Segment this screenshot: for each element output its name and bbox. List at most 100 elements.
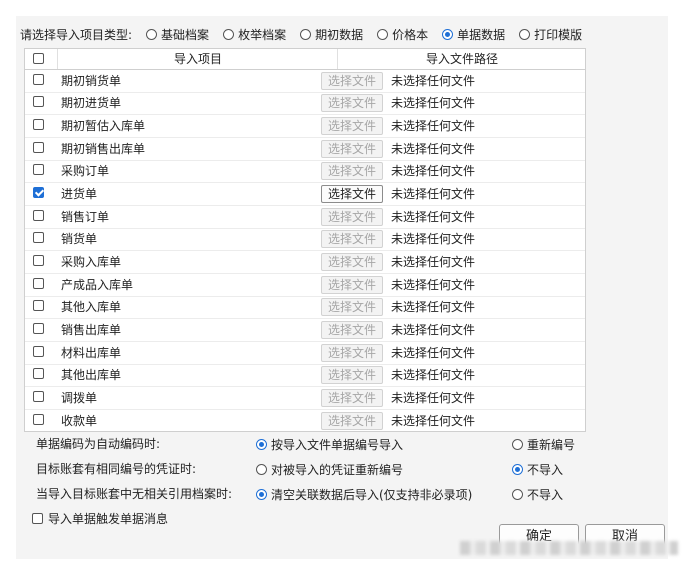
import-item-name: 收款单	[61, 414, 98, 428]
radio-skip-voucher[interactable]: 不导入	[512, 459, 563, 479]
type-option-opening-data[interactable]: 期初数据	[300, 26, 363, 43]
file-path: 未选择任何文件	[391, 391, 476, 405]
import-item-name: 其他出库单	[61, 368, 122, 382]
radio-skip-import[interactable]: 不导入	[512, 484, 563, 504]
radio-label: 重新编号	[527, 437, 576, 452]
file-path: 未选择任何文件	[391, 414, 476, 428]
row-checkbox[interactable]	[33, 391, 44, 402]
choose-file-button[interactable]: 选择文件	[321, 276, 383, 294]
row-checkbox[interactable]	[33, 255, 44, 266]
radio-icon	[519, 28, 531, 40]
table-row: 销售订单 选择文件 未选择任何文件	[25, 206, 585, 229]
choose-file-button[interactable]: 选择文件	[321, 412, 383, 430]
file-path: 未选择任何文件	[391, 119, 476, 133]
option-missing-reference: 当导入目标账套中无相关引用档案时: 清空关联数据后导入(仅支持非必录项) 不导入	[36, 484, 636, 504]
table-row: 期初暂估入库单 选择文件 未选择任何文件	[25, 115, 585, 138]
radio-clear-and-import[interactable]: 清空关联数据后导入(仅支持非必录项)	[256, 484, 472, 504]
type-option-price-book[interactable]: 价格本	[377, 26, 428, 43]
row-checkbox[interactable]	[33, 74, 44, 85]
row-checkbox[interactable]	[33, 300, 44, 311]
table-row: 采购订单 选择文件 未选择任何文件	[25, 160, 585, 183]
type-option-label: 单据数据	[457, 27, 506, 42]
radio-selected-icon	[256, 488, 267, 500]
radio-label: 不导入	[527, 487, 564, 502]
type-option-document-data[interactable]: 单据数据	[442, 26, 505, 43]
radio-renumber[interactable]: 重新编号	[512, 434, 575, 454]
choose-file-button[interactable]: 选择文件	[321, 344, 383, 362]
choose-file-button[interactable]: 选择文件	[321, 230, 383, 248]
choose-file-button[interactable]: 选择文件	[321, 94, 383, 112]
row-checkbox[interactable]	[33, 346, 44, 357]
row-checkbox[interactable]	[33, 142, 44, 153]
radio-icon	[146, 28, 158, 40]
choose-file-button[interactable]: 选择文件	[321, 208, 383, 226]
radio-icon	[512, 488, 523, 500]
type-option-print-template[interactable]: 打印模版	[519, 26, 582, 43]
row-checkbox-checked[interactable]	[33, 187, 44, 198]
import-item-name: 产成品入库单	[61, 278, 134, 292]
grid-header: 导入项目 导入文件路径	[25, 49, 585, 70]
row-checkbox[interactable]	[33, 323, 44, 334]
file-path: 未选择任何文件	[391, 232, 476, 246]
file-path: 未选择任何文件	[391, 164, 476, 178]
radio-icon	[300, 28, 312, 40]
trigger-message-option[interactable]: 导入单据触发单据消息	[32, 509, 168, 527]
row-checkbox[interactable]	[33, 96, 44, 107]
choose-file-button[interactable]: 选择文件	[321, 298, 383, 316]
choose-file-button[interactable]: 选择文件	[321, 72, 383, 90]
select-all-checkbox[interactable]	[33, 53, 44, 64]
file-path: 未选择任何文件	[391, 323, 476, 337]
table-row: 进货单 选择文件 未选择任何文件	[25, 183, 585, 206]
trigger-message-label: 导入单据触发单据消息	[48, 511, 169, 526]
import-item-name: 销售出库单	[61, 323, 122, 337]
choose-file-button[interactable]: 选择文件	[321, 140, 383, 158]
column-header-item: 导入项目	[57, 49, 338, 69]
row-checkbox[interactable]	[33, 119, 44, 130]
import-items-grid: 导入项目 导入文件路径 期初销货单 选择文件 未选择任何文件 期初进货单 选择文…	[24, 48, 586, 432]
file-path: 未选择任何文件	[391, 142, 476, 156]
import-item-name: 其他入库单	[61, 300, 122, 314]
radio-selected-icon	[256, 438, 267, 450]
row-checkbox[interactable]	[33, 414, 44, 425]
table-row: 收款单 选择文件 未选择任何文件	[25, 410, 585, 431]
radio-import-by-file-number[interactable]: 按导入文件单据编号导入	[256, 434, 403, 454]
radio-renumber-voucher[interactable]: 对被导入的凭证重新编号	[256, 459, 403, 479]
row-checkbox[interactable]	[33, 164, 44, 175]
row-checkbox[interactable]	[33, 278, 44, 289]
option-auto-code: 单据编码为自动编码时: 按导入文件单据编号导入 重新编号	[36, 434, 636, 454]
import-type-label: 请选择导入项目类型:	[20, 27, 133, 42]
file-path: 未选择任何文件	[391, 278, 476, 292]
import-item-name: 调拨单	[61, 391, 98, 405]
radio-label: 按导入文件单据编号导入	[271, 437, 404, 452]
blurred-overlay	[460, 541, 678, 555]
table-row: 其他入库单 选择文件 未选择任何文件	[25, 296, 585, 319]
file-path: 未选择任何文件	[391, 255, 476, 269]
type-option-basic-archive[interactable]: 基础档案	[146, 26, 209, 43]
choose-file-button[interactable]: 选择文件	[321, 366, 383, 384]
import-item-name: 期初销货单	[61, 74, 122, 88]
choose-file-button[interactable]: 选择文件	[321, 117, 383, 135]
type-option-label: 价格本	[392, 27, 429, 42]
import-item-name: 期初销售出库单	[61, 142, 146, 156]
table-row: 调拨单 选择文件 未选择任何文件	[25, 387, 585, 410]
row-checkbox[interactable]	[33, 232, 44, 243]
choose-file-button[interactable]: 选择文件	[321, 162, 383, 180]
table-row: 期初进货单 选择文件 未选择任何文件	[25, 92, 585, 115]
choose-file-button[interactable]: 选择文件	[321, 185, 383, 203]
option-label: 单据编码为自动编码时:	[36, 437, 161, 451]
row-checkbox[interactable]	[33, 368, 44, 379]
choose-file-button[interactable]: 选择文件	[321, 253, 383, 271]
choose-file-button[interactable]: 选择文件	[321, 389, 383, 407]
import-item-name: 进货单	[61, 187, 98, 201]
row-checkbox[interactable]	[33, 210, 44, 221]
table-row: 材料出库单 选择文件 未选择任何文件	[25, 342, 585, 365]
table-row: 期初销售出库单 选择文件 未选择任何文件	[25, 138, 585, 161]
type-option-label: 期初数据	[315, 27, 364, 42]
trigger-message-checkbox[interactable]	[32, 512, 43, 524]
choose-file-button[interactable]: 选择文件	[321, 321, 383, 339]
type-option-label: 打印模版	[534, 27, 583, 42]
table-row: 采购入库单 选择文件 未选择任何文件	[25, 251, 585, 274]
type-option-enum-archive[interactable]: 枚举档案	[223, 26, 286, 43]
radio-selected-icon	[512, 463, 523, 475]
table-row: 销货单 选择文件 未选择任何文件	[25, 228, 585, 251]
